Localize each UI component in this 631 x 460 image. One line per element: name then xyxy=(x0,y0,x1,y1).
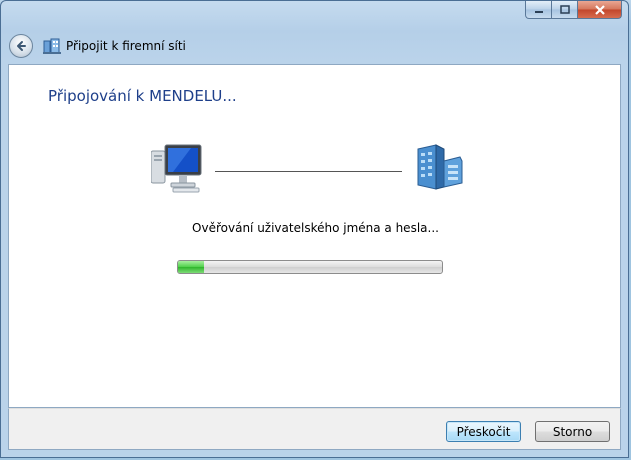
back-arrow-icon xyxy=(17,41,26,51)
navigation-bar: Připojit k firemní síti xyxy=(9,31,186,61)
progress-fill xyxy=(178,261,205,273)
back-button[interactable] xyxy=(9,34,33,58)
content-area: Připojování k MENDELU... Ověřování uživa… xyxy=(8,64,621,408)
maximize-button[interactable] xyxy=(552,1,578,19)
maximize-icon xyxy=(559,5,570,14)
computer-icon xyxy=(151,144,202,193)
progress-bar xyxy=(177,260,443,274)
close-icon xyxy=(594,4,605,15)
minimize-button[interactable] xyxy=(525,1,552,19)
window-title: Připojit k firemní síti xyxy=(66,39,186,53)
dialog-footer: Přeskočit Storno xyxy=(8,408,621,450)
server-icon xyxy=(417,144,463,190)
minimize-icon xyxy=(534,10,543,13)
close-button[interactable] xyxy=(578,1,622,19)
skip-button[interactable]: Přeskočit xyxy=(446,421,521,442)
connection-line xyxy=(215,171,402,172)
connect-dialog: Připojit k firemní síti Připojování k ME… xyxy=(0,0,629,458)
page-title: Připojování k MENDELU... xyxy=(48,87,237,105)
status-text: Ověřování uživatelského jména a hesla... xyxy=(192,221,439,235)
cancel-button[interactable]: Storno xyxy=(535,421,610,442)
caption-buttons xyxy=(525,1,622,21)
network-icon xyxy=(43,38,61,54)
